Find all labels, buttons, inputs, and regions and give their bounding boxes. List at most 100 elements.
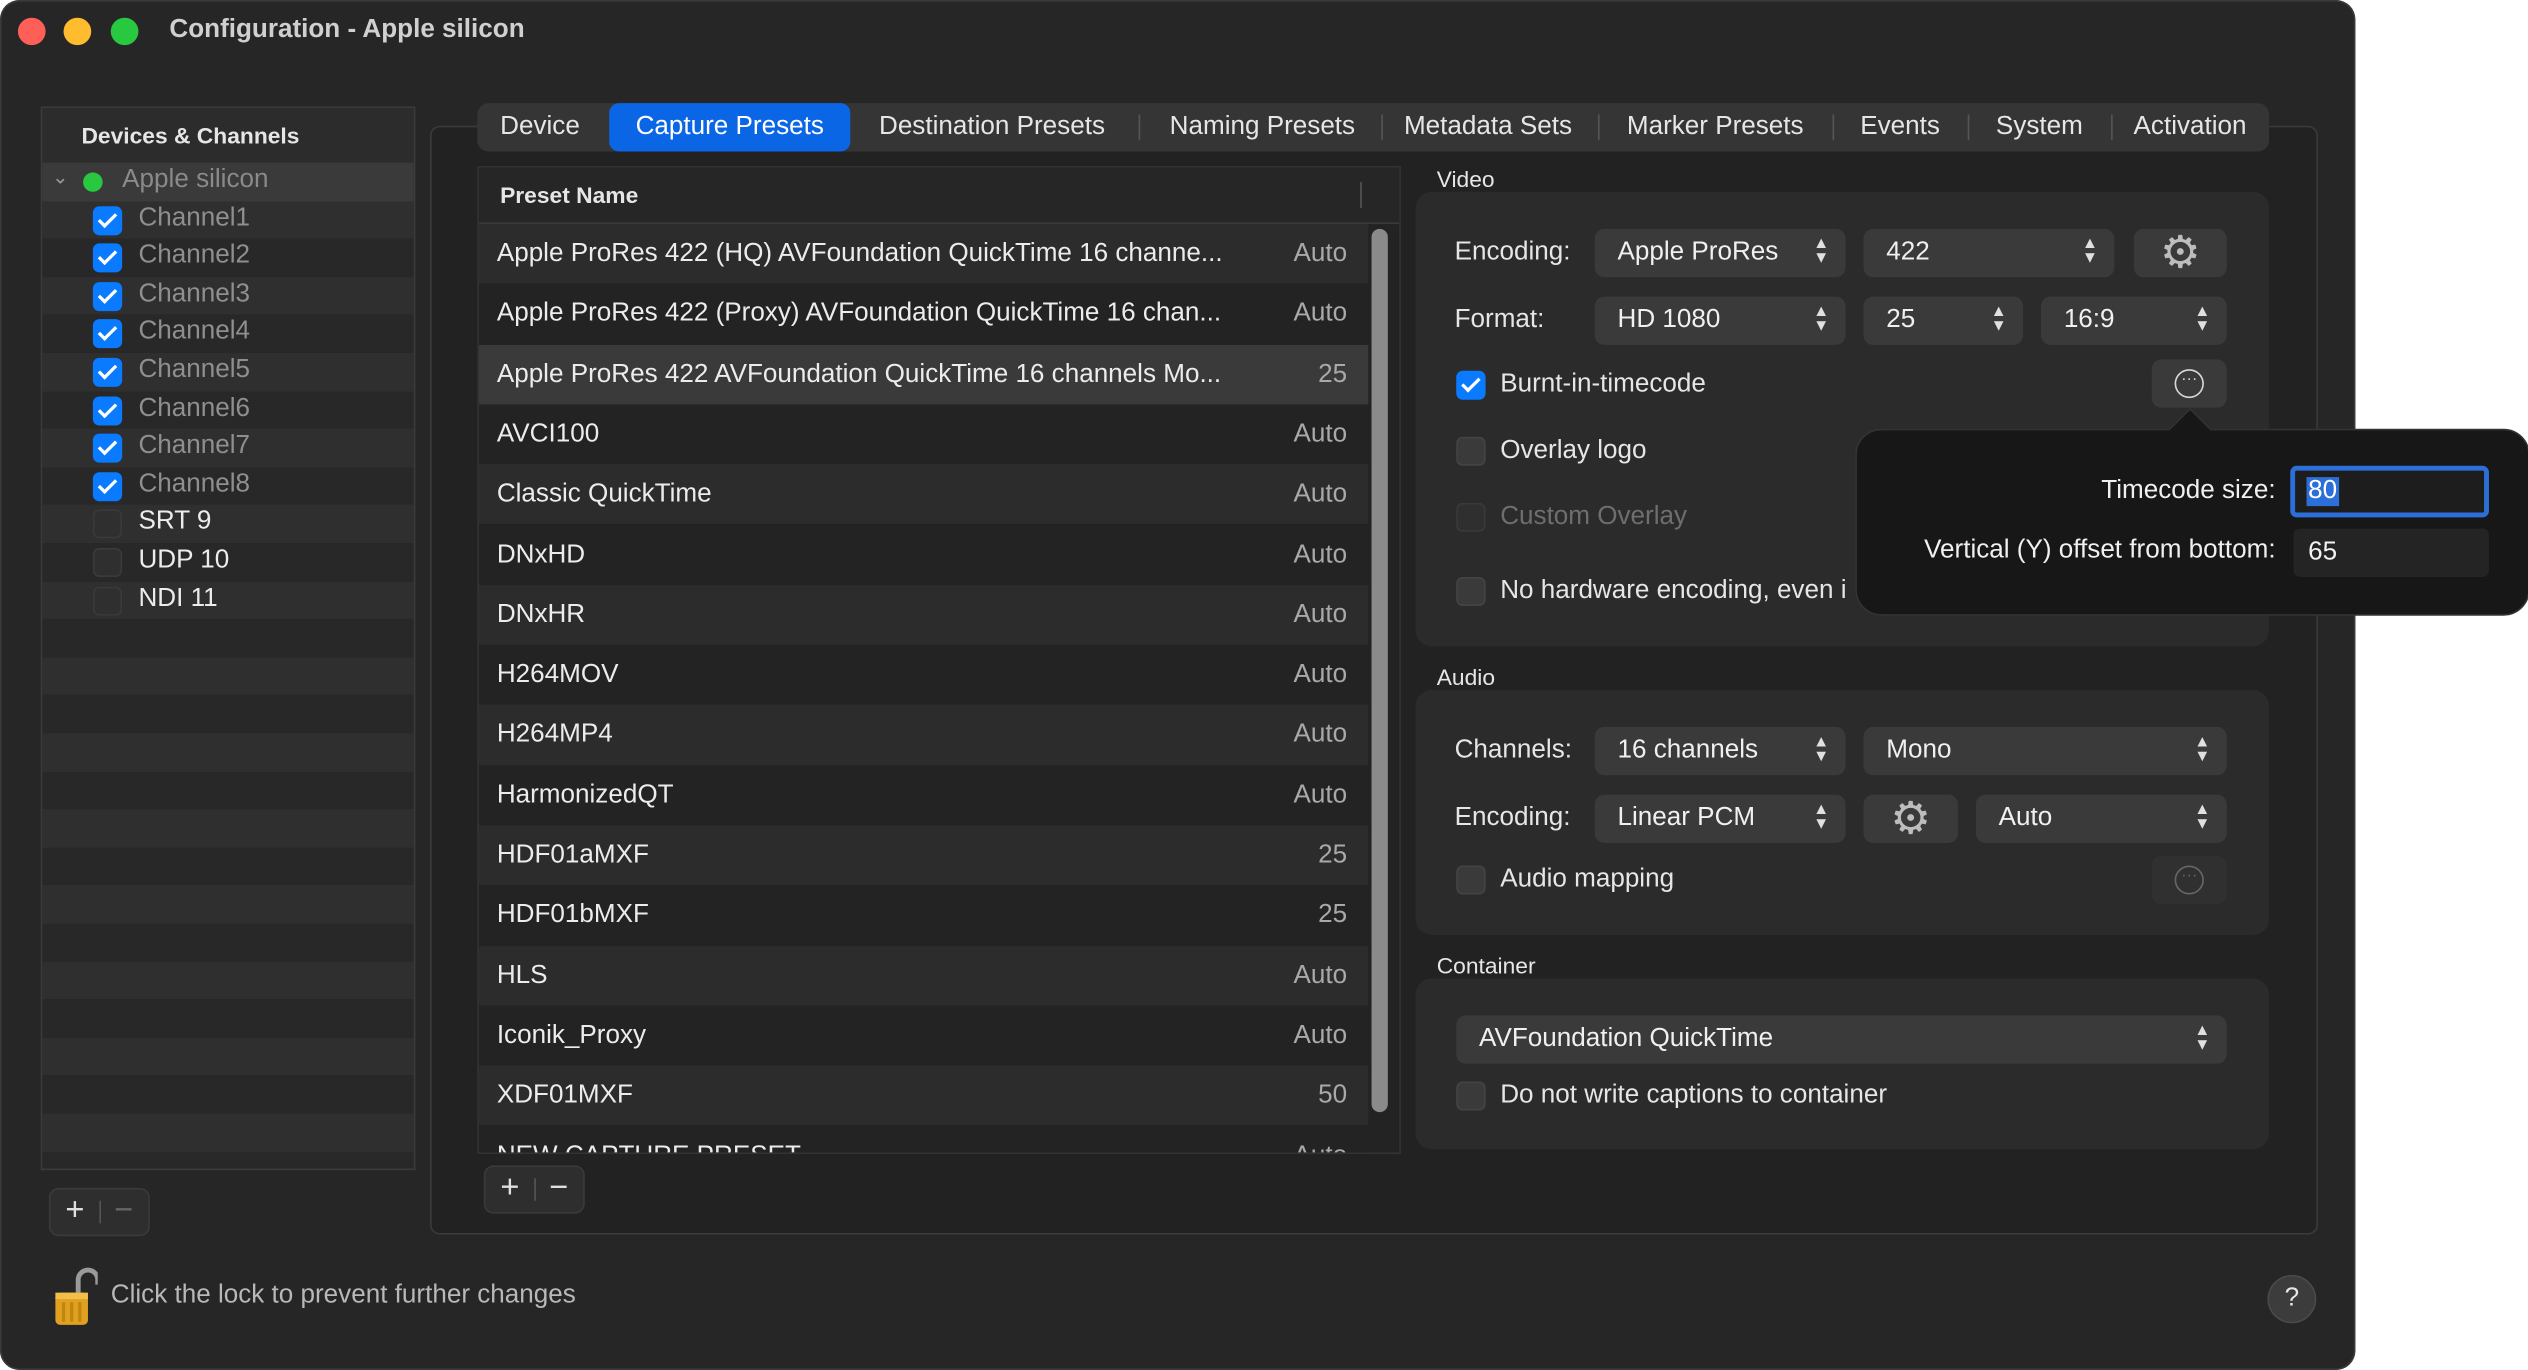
overlay-logo-label: Overlay logo — [1500, 436, 1647, 465]
custom-overlay-checkbox[interactable] — [1456, 502, 1486, 532]
preset-row[interactable]: HLS Auto — [478, 945, 1369, 1006]
tab-events[interactable]: Events — [1836, 103, 1965, 151]
channel-checkbox[interactable] — [92, 243, 123, 273]
remove-preset-button[interactable]: − — [538, 1170, 580, 1207]
preset-row[interactable]: Apple ProRes 422 (Proxy) AVFoundation Qu… — [478, 284, 1369, 345]
video-profile-popup[interactable]: 422 ▲ ▼ — [1863, 228, 2115, 278]
aspect-ratio-popup[interactable]: 16:9 ▲ ▼ — [2041, 296, 2227, 345]
disclosure-chevron-icon[interactable]: ⌄ — [52, 166, 68, 189]
channel-checkbox[interactable] — [92, 509, 123, 539]
tab-device[interactable]: Device — [477, 103, 602, 151]
minimize-window-button[interactable] — [63, 17, 92, 46]
video-format-popup[interactable]: HD 1080 ▲ ▼ — [1594, 296, 1846, 345]
container-format-popup[interactable]: AVFoundation QuickTime ▲ ▼ — [1456, 1015, 2227, 1064]
audio-mix-popup[interactable]: Mono ▲ ▼ — [1863, 726, 2227, 776]
overlay-logo-checkbox[interactable] — [1456, 436, 1486, 466]
sidebar-item-channel2[interactable]: Channel2 — [42, 238, 414, 277]
tab-naming-presets[interactable]: Naming Presets — [1142, 103, 1383, 151]
audio-mapping-checkbox[interactable] — [1456, 865, 1486, 895]
preset-row[interactable]: XDF01MXF 50 — [478, 1065, 1369, 1126]
tab-activation[interactable]: Activation — [2114, 103, 2265, 151]
channel-label: Channel5 — [138, 356, 251, 384]
close-window-button[interactable] — [17, 17, 46, 46]
sidebar-item-channel5[interactable]: Channel5 — [42, 352, 414, 392]
video-encoding-popup[interactable]: Apple ProRes ▲ ▼ — [1594, 228, 1846, 278]
burnt-in-timecode-options-button[interactable]: ··· — [2151, 359, 2227, 408]
gear-icon: ⚙ — [1890, 793, 1932, 843]
preset-row[interactable]: H264MOV Auto — [478, 644, 1369, 705]
no-captions-checkbox[interactable] — [1456, 1081, 1486, 1111]
tab-metadata-sets[interactable]: Metadata Sets — [1385, 103, 1592, 151]
frame-rate-popup[interactable]: 25 ▲ ▼ — [1863, 296, 2024, 345]
preset-row[interactable]: NEW CAPTURE PRESET Auto — [478, 1125, 1369, 1153]
channel-checkbox[interactable] — [92, 433, 123, 463]
preset-row[interactable]: Classic QuickTime Auto — [478, 464, 1369, 525]
channel-checkbox[interactable] — [92, 205, 123, 235]
preset-row[interactable]: H264MP4 Auto — [478, 704, 1369, 766]
no-hardware-encoding-checkbox[interactable] — [1456, 577, 1486, 607]
add-device-button[interactable]: + — [54, 1193, 96, 1230]
tab-marker-presets[interactable]: Marker Presets — [1601, 103, 1829, 151]
preset-row[interactable]: DNxHR Auto — [478, 584, 1369, 645]
chevron-updown-icon: ▲ ▼ — [1813, 235, 1830, 268]
audio-encoding-popup[interactable]: Linear PCM ▲ ▼ — [1594, 794, 1846, 843]
audio-encoding-settings-button[interactable]: ⚙ — [1863, 793, 1958, 843]
preset-row[interactable]: HarmonizedQT Auto — [478, 765, 1369, 826]
lock-icon[interactable] — [49, 1267, 101, 1328]
preset-row[interactable]: HDF01bMXF 25 — [478, 885, 1369, 946]
video-encoding-settings-button[interactable]: ⚙ — [2133, 228, 2227, 278]
channel-checkbox[interactable] — [92, 357, 123, 387]
sidebar-item-channel8[interactable]: Channel8 — [42, 467, 414, 506]
audio-mix-value: Mono — [1886, 736, 1952, 764]
empty-row — [42, 619, 414, 658]
vertical-offset-field[interactable]: 65 — [2293, 528, 2489, 578]
sidebar-item-channel7[interactable]: Channel7 — [42, 429, 414, 468]
chevron-updown-icon: ▲ ▼ — [2194, 1021, 2211, 1055]
preset-name: Classic QuickTime — [496, 480, 712, 509]
preset-name: H264MP4 — [496, 721, 613, 749]
sidebar-item-channel1[interactable]: Channel1 — [42, 200, 414, 239]
preset-row[interactable]: Apple ProRes 422 (HQ) AVFoundation Quick… — [478, 224, 1369, 285]
tab-system[interactable]: System — [1971, 103, 2108, 151]
preset-row[interactable]: HDF01aMXF 25 — [478, 825, 1369, 886]
sidebar-item-channel6[interactable]: Channel6 — [42, 391, 414, 430]
audio-channels-popup[interactable]: 16 channels ▲ ▼ — [1594, 726, 1846, 776]
tab-separator — [1381, 114, 1383, 141]
burnt-in-timecode-checkbox[interactable] — [1456, 370, 1486, 400]
channel-label: Channel4 — [138, 318, 251, 346]
add-preset-button[interactable]: + — [489, 1170, 531, 1207]
tab-capture-presets[interactable]: Capture Presets — [609, 103, 851, 152]
vertical-offset-value: 65 — [2308, 538, 2338, 566]
zoom-window-button[interactable] — [110, 17, 139, 46]
tab-separator — [1832, 114, 1835, 141]
preset-row[interactable]: Iconik_Proxy Auto — [478, 1005, 1369, 1066]
chevron-updown-icon: ▲ ▼ — [1813, 801, 1830, 834]
preset-name-column-header[interactable]: Preset Name — [478, 167, 1400, 225]
remove-device-button[interactable]: − — [103, 1193, 145, 1230]
sidebar-item-channel4[interactable]: Channel4 — [42, 314, 414, 353]
devices-channels-pane: Devices & Channels ⌄ Apple silicon Channel… — [40, 106, 416, 1171]
sidebar-item-channel3[interactable]: Channel3 — [42, 276, 414, 315]
sidebar-item-udp-10[interactable]: UDP 10 — [42, 543, 414, 582]
channel-checkbox[interactable] — [92, 586, 123, 616]
tab-destination-presets[interactable]: Destination Presets — [852, 103, 1132, 151]
chevron-updown-icon: ▲ ▼ — [2194, 303, 2211, 336]
lock-status-text[interactable]: Click the lock to prevent further change… — [111, 1281, 576, 1310]
channel-checkbox[interactable] — [92, 471, 123, 501]
audio-mapping-options-button[interactable]: ··· — [2151, 855, 2227, 905]
device-apple-silicon[interactable]: ⌄ Apple silicon — [42, 162, 414, 201]
channel-checkbox[interactable] — [92, 281, 123, 311]
timecode-size-field[interactable]: 80 — [2290, 465, 2489, 518]
presets-scrollbar[interactable] — [1371, 228, 1388, 1113]
channel-checkbox[interactable] — [92, 548, 123, 578]
help-button[interactable]: ? — [2267, 1274, 2317, 1324]
channel-checkbox[interactable] — [92, 395, 123, 425]
channel-checkbox[interactable] — [92, 319, 123, 349]
sidebar-item-ndi-11[interactable]: NDI 11 — [42, 581, 414, 620]
preset-row[interactable]: DNxHD Auto — [478, 524, 1369, 585]
empty-row — [42, 733, 414, 772]
preset-row[interactable]: Apple ProRes 422 AVFoundation QuickTime … — [478, 344, 1369, 405]
preset-row[interactable]: AVCI100 Auto — [478, 404, 1369, 465]
sidebar-item-srt-9[interactable]: SRT 9 — [42, 505, 414, 544]
audio-rate-popup[interactable]: Auto ▲ ▼ — [1975, 794, 2227, 843]
